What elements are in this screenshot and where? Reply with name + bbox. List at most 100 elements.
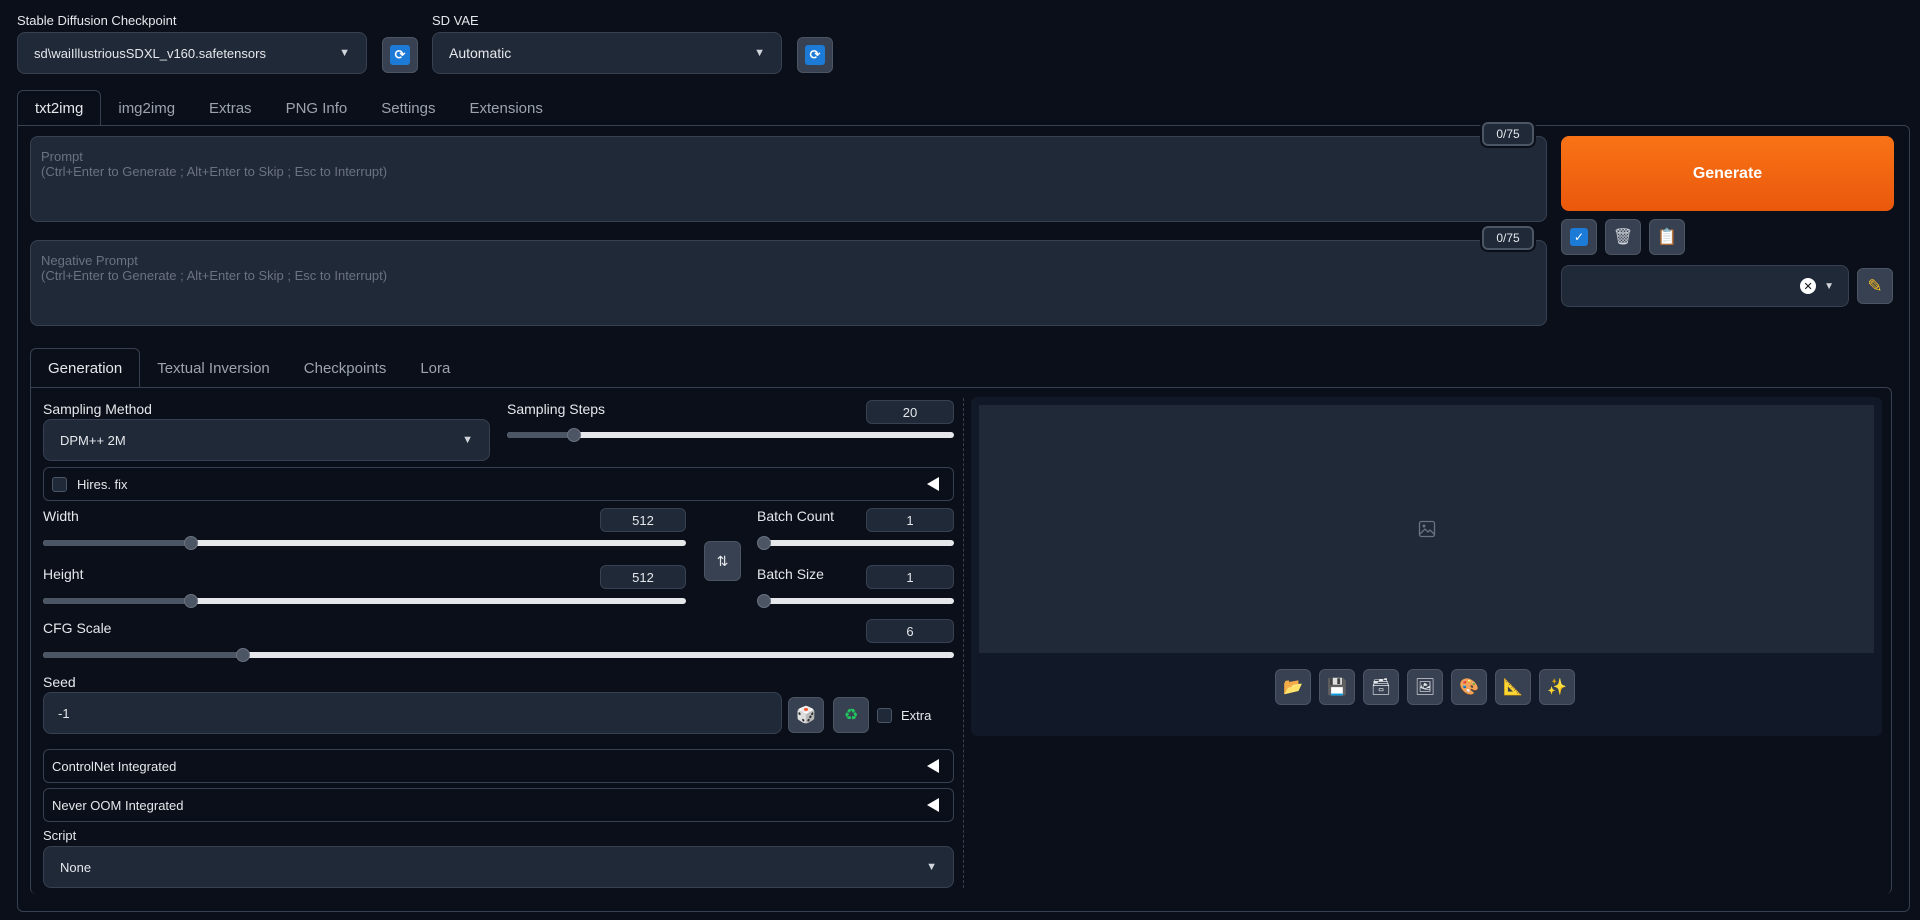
tab-checkpoints[interactable]: Checkpoints — [287, 348, 404, 388]
reuse-seed-button[interactable]: ♻ — [833, 697, 869, 733]
panel-divider — [963, 398, 964, 888]
random-seed-button[interactable]: 🎲 — [788, 697, 824, 733]
open-folder-button[interactable]: 📂 — [1275, 669, 1311, 705]
sparkles-icon: ✨ — [1547, 679, 1567, 696]
checkmark-icon: ✓ — [1570, 228, 1588, 246]
batch-count-label: Batch Count — [757, 508, 835, 524]
collapse-arrow-icon — [927, 759, 939, 773]
send-to-img2img-button[interactable]: 🖼 — [1407, 669, 1443, 705]
controlnet-accordion[interactable]: ControlNet Integrated — [43, 749, 954, 783]
batch-count-input[interactable]: 1 — [866, 508, 954, 532]
cfg-scale-label: CFG Scale — [43, 620, 112, 636]
tab-extras[interactable]: Extras — [192, 90, 269, 126]
refresh-checkpoint-button[interactable]: ⟳ — [382, 37, 418, 73]
recycle-icon: ♻ — [843, 707, 859, 724]
controlnet-label: ControlNet Integrated — [52, 758, 177, 774]
clipboard-icon: 📋 — [1657, 229, 1677, 246]
width-label: Width — [43, 508, 79, 524]
slider-thumb[interactable] — [183, 536, 198, 550]
sampling-steps-slider[interactable] — [507, 428, 954, 442]
sampling-method-label: Sampling Method — [43, 401, 152, 417]
send-to-extras-button[interactable]: 📐 — [1495, 669, 1531, 705]
chevron-down-icon: ▼ — [339, 47, 350, 59]
image-placeholder-icon — [1418, 520, 1435, 538]
refresh-icon: ⟳ — [805, 45, 825, 65]
vae-value: Automatic — [449, 45, 512, 61]
script-value: None — [60, 859, 92, 875]
checkpoint-label: Stable Diffusion Checkpoint — [17, 13, 177, 28]
script-label: Script — [43, 828, 77, 843]
batch-size-input[interactable]: 1 — [866, 565, 954, 589]
width-input[interactable]: 512 — [600, 508, 686, 532]
prompt-token-counter: 0/75 — [1482, 122, 1534, 146]
sampling-method-dropdown[interactable]: DPM++ 2M ▼ — [43, 419, 490, 461]
tab-settings[interactable]: Settings — [364, 90, 452, 126]
clear-icon[interactable]: ✕ — [1800, 278, 1817, 294]
tab-lora[interactable]: Lora — [403, 348, 467, 388]
tab-txt2img[interactable]: txt2img — [17, 90, 102, 126]
slider-thumb[interactable] — [567, 428, 582, 442]
style-apply-button[interactable]: ✓ — [1561, 219, 1597, 255]
slider-thumb[interactable] — [757, 594, 771, 608]
palette-icon: 🎨 — [1459, 679, 1479, 696]
tab-png-info[interactable]: PNG Info — [269, 90, 365, 126]
tab-extensions[interactable]: Extensions — [452, 90, 559, 126]
batch-size-slider[interactable] — [757, 594, 954, 608]
sampling-steps-input[interactable]: 20 — [866, 400, 954, 424]
collapse-arrow-icon — [927, 798, 939, 812]
extra-seed-checkbox[interactable] — [877, 708, 892, 723]
refresh-icon: ⟳ — [390, 45, 410, 65]
pencil-icon: ✎ — [1867, 275, 1883, 296]
styles-dropdown[interactable]: ✕ ▼ — [1561, 265, 1849, 307]
main-tabs: txt2img img2img Extras PNG Info Settings… — [17, 90, 560, 126]
slider-thumb[interactable] — [183, 594, 198, 608]
clear-prompt-button[interactable]: 🗑 — [1605, 219, 1641, 255]
height-label: Height — [43, 566, 84, 582]
checkpoint-value: sd\waiIllustriousSDXL_v160.safetensors — [34, 45, 266, 61]
batch-count-slider[interactable] — [757, 536, 954, 550]
chevron-down-icon: ▼ — [462, 434, 473, 446]
edit-styles-button[interactable]: ✎ — [1857, 268, 1893, 304]
chevron-down-icon: ▼ — [1824, 280, 1834, 292]
sampling-steps-label: Sampling Steps — [507, 401, 606, 417]
sub-tabs: Generation Textual Inversion Checkpoints… — [30, 348, 467, 388]
vae-dropdown[interactable]: Automatic ▼ — [432, 32, 782, 74]
zip-button[interactable]: 🗃 — [1363, 669, 1399, 705]
negative-prompt-input[interactable]: Negative Prompt (Ctrl+Enter to Generate … — [30, 240, 1547, 326]
save-button[interactable]: 💾 — [1319, 669, 1355, 705]
hires-fix-accordion[interactable]: Hires. fix — [43, 467, 954, 501]
slider-thumb[interactable] — [757, 536, 771, 550]
prompt-input[interactable]: Prompt (Ctrl+Enter to Generate ; Alt+Ent… — [30, 136, 1547, 222]
chevron-down-icon: ▼ — [926, 861, 937, 873]
cfg-scale-input[interactable]: 6 — [866, 619, 954, 643]
seed-input[interactable]: -1 — [43, 692, 782, 734]
cfg-scale-slider[interactable] — [43, 648, 954, 662]
never-oom-accordion[interactable]: Never OOM Integrated — [43, 788, 954, 822]
never-oom-label: Never OOM Integrated — [52, 797, 184, 813]
height-input[interactable]: 512 — [600, 565, 686, 589]
generate-button[interactable]: Generate — [1561, 136, 1894, 211]
hires-fix-label: Hires. fix — [77, 476, 128, 492]
width-slider[interactable] — [43, 536, 686, 550]
checkpoint-dropdown[interactable]: sd\waiIllustriousSDXL_v160.safetensors ▼ — [17, 32, 367, 74]
swap-dimensions-button[interactable]: ⇅ — [704, 541, 741, 581]
output-toolbar: 📂 💾 🗃 🖼 🎨 📐 ✨ — [1275, 669, 1575, 705]
hires-fix-checkbox[interactable] — [52, 476, 67, 492]
refresh-vae-button[interactable]: ⟳ — [797, 37, 833, 73]
vae-label: SD VAE — [432, 13, 479, 28]
negative-prompt-token-counter: 0/75 — [1482, 226, 1534, 250]
prompt-placeholder-title: Prompt — [41, 149, 83, 164]
tab-textual-inversion[interactable]: Textual Inversion — [140, 348, 287, 388]
prompt-placeholder-hint: (Ctrl+Enter to Generate ; Alt+Enter to S… — [41, 164, 388, 179]
script-dropdown[interactable]: None ▼ — [43, 846, 954, 888]
triangle-ruler-icon: 📐 — [1503, 679, 1523, 696]
tab-generation[interactable]: Generation — [30, 348, 141, 388]
upscale-button[interactable]: ✨ — [1539, 669, 1575, 705]
height-slider[interactable] — [43, 594, 686, 608]
dice-icon: 🎲 — [796, 707, 816, 724]
trash-icon: 🗑 — [1612, 229, 1634, 246]
send-to-inpaint-button[interactable]: 🎨 — [1451, 669, 1487, 705]
archive-icon: 🗃 — [1370, 679, 1392, 696]
tab-img2img[interactable]: img2img — [101, 90, 192, 126]
paste-button[interactable]: 📋 — [1649, 219, 1685, 255]
